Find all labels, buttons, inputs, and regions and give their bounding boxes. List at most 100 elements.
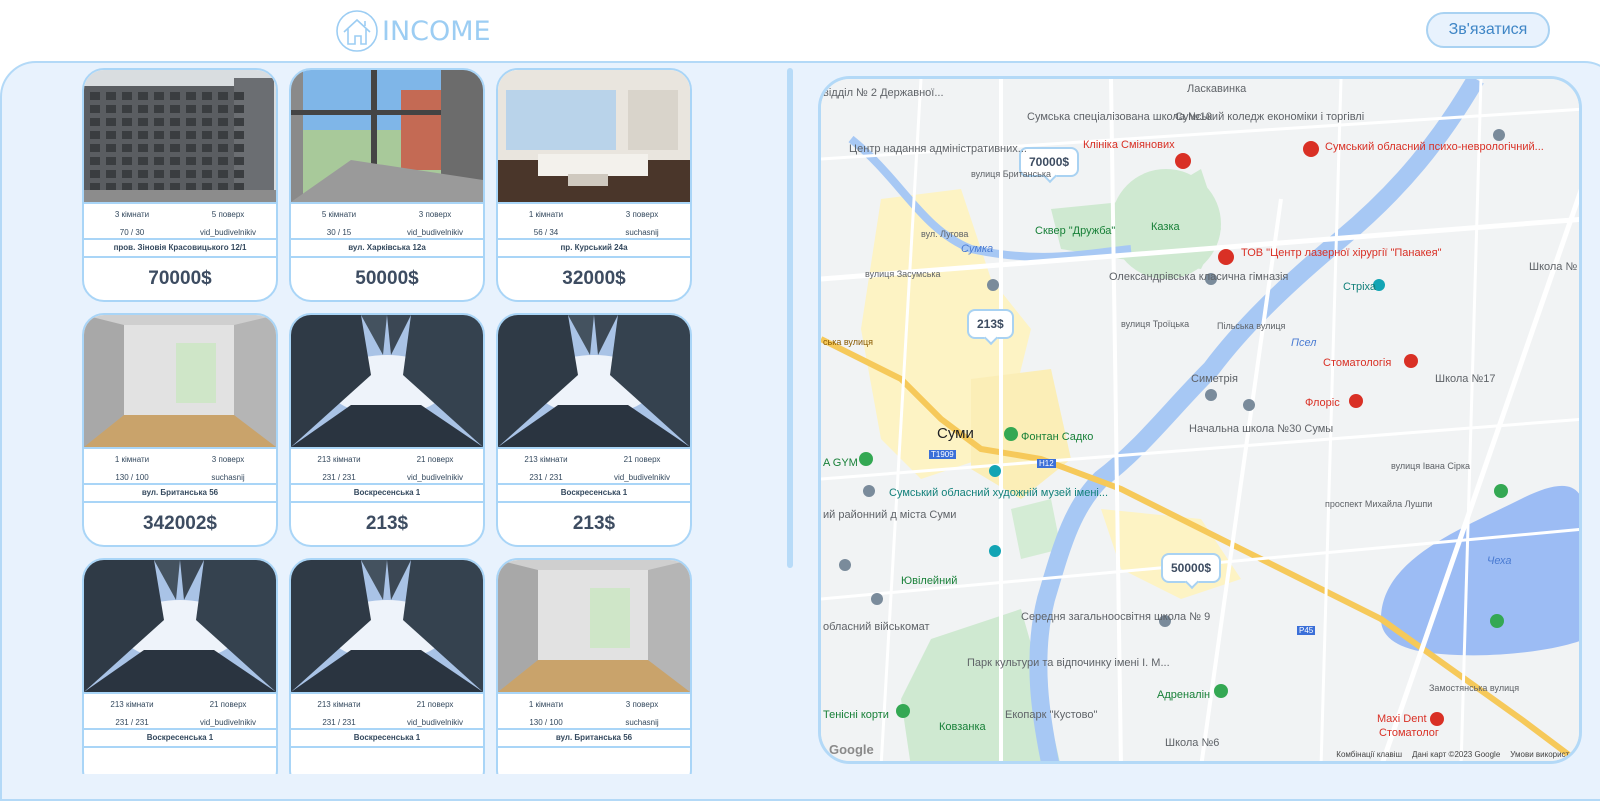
area-value: 70 / 30 — [119, 228, 145, 237]
map-label: Суми — [937, 425, 974, 442]
listing-card[interactable]: 213 кімнати 21 поверх 231 / 231 vid_budivel… — [289, 313, 485, 547]
listing-card[interactable]: 213 кімнати 21 поверх 231 / 231 vid_budivel… — [496, 313, 692, 547]
building-style: vid_budivelnikiv — [199, 228, 257, 237]
listing-card[interactable]: 213 кімнати 21 поверх 231 / 231 vid_budivel… — [82, 558, 278, 774]
map-label: Начальна школа №30 Сумы — [1189, 423, 1334, 435]
logo-text: INCOME — [382, 15, 491, 47]
rooms-count: 1 кімнати — [114, 455, 150, 464]
building-style: suchasnij — [625, 718, 659, 727]
floor-number: 3 поверх — [211, 455, 245, 464]
listing-price — [84, 752, 276, 774]
map-label: Середня загальноосвітня школа № 9 — [1021, 611, 1211, 623]
map-label: Ковзанка — [939, 721, 986, 733]
listing-card[interactable]: 3 кімнати 5 поверх 70 / 30 vid_budivelnikiv… — [82, 68, 278, 302]
listing-photo[interactable] — [498, 70, 690, 202]
listing-price — [498, 752, 690, 774]
listing-photo[interactable] — [498, 315, 690, 447]
listing-price: 50000$ — [355, 268, 419, 289]
building-style: suchasnij — [625, 228, 659, 237]
map-label: Чеха — [1487, 555, 1512, 567]
map-label: обласний військомат — [823, 621, 930, 633]
map-label: Школа №17 — [1435, 373, 1496, 385]
listing-details: 3 кімнати 5 поверх 70 / 30 vid_budivelnikiv — [84, 202, 276, 240]
rooms-count: 213 кімнати — [110, 700, 154, 709]
map-label: вулиця Засумська — [865, 269, 941, 279]
floor-number: 21 поверх — [416, 700, 454, 709]
house-logo-icon — [336, 10, 378, 52]
map-label: A GYM — [823, 457, 858, 469]
map-label: Олександрівська класична гімназія — [1109, 271, 1289, 283]
listing-photo[interactable] — [291, 560, 483, 692]
building-style: vid_budivelnikiv — [199, 718, 257, 727]
terms-link[interactable]: Умови використ... — [1510, 750, 1575, 759]
listing-card[interactable]: 1 кімнати 3 поверх 56 / 34 suchasnij пр. Кур… — [496, 68, 692, 302]
map[interactable]: 70000$ 213$ 50000$ Суми Сумська спеціалі… — [818, 76, 1582, 764]
area-value: 231 / 231 — [529, 473, 563, 482]
listing-details: 1 кімнати 3 поверх 130 / 100 suchasnij — [84, 447, 276, 485]
listing-photo[interactable] — [291, 70, 483, 202]
road-badge: Т1909 — [929, 450, 956, 459]
road-badge: Р45 — [1297, 626, 1316, 635]
listing-card[interactable]: 213 кімнати 21 поверх 231 / 231 vid_budivel… — [289, 558, 485, 774]
listing-card[interactable]: 1 кімнати 3 поверх 130 / 100 suchasnij вул. … — [496, 558, 692, 774]
map-label: Сумка — [961, 243, 994, 255]
listing-details: 5 кімнати 3 поверх 30 / 15 vid_budivelnikiv — [291, 202, 483, 240]
listing-address: пров. Зіновія Красовицького 12/1 — [84, 240, 276, 258]
map-footer: Комбінації клавіш Дані карт ©2023 Google… — [1336, 750, 1575, 759]
rooms-count: 1 кімнати — [528, 700, 564, 709]
listing-price — [291, 752, 483, 774]
listing-address: Воскресенська 1 — [291, 485, 483, 503]
listing-address: вул. Британська 56 — [498, 730, 690, 748]
map-label: відділ № 2 Державної... — [823, 87, 944, 99]
map-label: Сквер "Дружба" — [1035, 225, 1116, 237]
area-value: 231 / 231 — [115, 718, 149, 727]
map-label: Стоматологія — [1323, 357, 1392, 369]
rooms-count: 213 кімнати — [317, 455, 361, 464]
rooms-count: 3 кімнати — [114, 210, 150, 219]
floor-number: 3 поверх — [625, 210, 659, 219]
scrollbar[interactable] — [787, 68, 793, 568]
price-marker[interactable]: 213$ — [967, 309, 1014, 339]
map-label: Фонтан Садко — [1021, 431, 1094, 443]
road-badge: Н12 — [1037, 459, 1056, 468]
map-label: вулиця Троїцька — [1121, 319, 1190, 329]
building-style: vid_budivelnikiv — [406, 718, 464, 727]
listing-price: 70000$ — [148, 268, 212, 289]
map-label: Пільська вулиця — [1217, 321, 1286, 331]
floor-number: 21 поверх — [209, 700, 247, 709]
price-marker[interactable]: 50000$ — [1161, 553, 1222, 583]
map-label: Maxi Dent — [1377, 713, 1427, 725]
listing-address: вул. Харківська 12а — [291, 240, 483, 258]
listing-card[interactable]: 5 кімнати 3 поверх 30 / 15 vid_budivelnikiv… — [289, 68, 485, 302]
map-label: Сумський коледж економіки і торгівлі — [1175, 111, 1365, 123]
rooms-count: 213 кімнати — [317, 700, 361, 709]
listing-photo[interactable] — [84, 560, 276, 692]
keyboard-shortcuts-link[interactable]: Комбінації клавіш — [1336, 750, 1402, 759]
listing-photo[interactable] — [291, 315, 483, 447]
listing-photo[interactable] — [84, 315, 276, 447]
listing-photo[interactable] — [498, 560, 690, 692]
area-value: 56 / 34 — [533, 228, 559, 237]
map-label: Школа №6 — [1165, 737, 1220, 749]
building-style: vid_budivelnikiv — [406, 473, 464, 482]
rooms-count: 5 кімнати — [321, 210, 357, 219]
map-label: Стоматолог — [1379, 727, 1439, 739]
map-data-credit: Дані карт ©2023 Google — [1411, 750, 1501, 759]
listing-price: 213$ — [572, 513, 616, 534]
listing-card[interactable]: 1 кімнати 3 поверх 130 / 100 suchasnij вул. … — [82, 313, 278, 547]
listing-details: 213 кімнати 21 поверх 231 / 231 vid_budivel… — [291, 692, 483, 730]
building-style: suchasnij — [211, 473, 245, 482]
building-style: vid_budivelnikiv — [613, 473, 671, 482]
map-label: Клініка Сміянових — [1083, 139, 1175, 151]
contact-button[interactable]: Зв'язатися — [1426, 12, 1550, 48]
listings-grid[interactable]: 3 кімнати 5 поверх 70 / 30 vid_budivelnikiv… — [82, 68, 702, 774]
building-style: vid_budivelnikiv — [406, 228, 464, 237]
listing-photo[interactable] — [84, 70, 276, 202]
map-label: Екопарк "Кустово" — [1005, 709, 1098, 721]
listing-price: 32000$ — [562, 268, 626, 289]
floor-number: 5 поверх — [211, 210, 245, 219]
logo[interactable]: INCOME — [334, 8, 491, 54]
area-value: 231 / 231 — [322, 473, 356, 482]
map-label: проспект Михайла Лушпи — [1325, 499, 1433, 509]
map-canvas[interactable] — [821, 79, 1582, 764]
